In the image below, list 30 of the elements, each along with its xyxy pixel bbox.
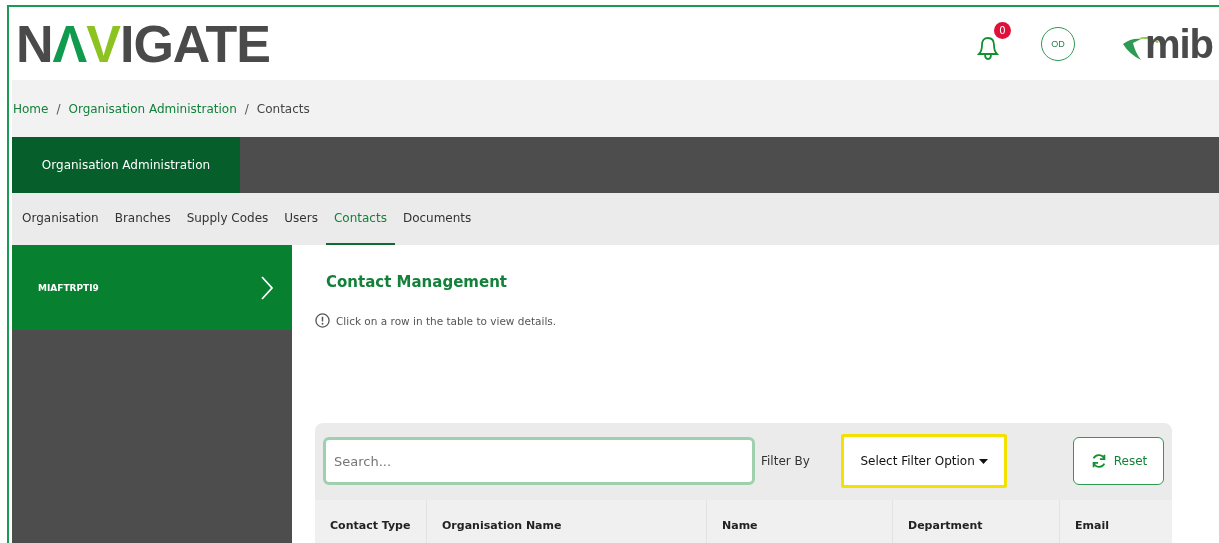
breadcrumb-link[interactable]: Contacts — [256, 101, 310, 116]
page-title: Contact Management — [326, 273, 508, 291]
info-text: Click on a row in the table to view details. — [336, 314, 557, 327]
breadcrumb-separator: / — [56, 101, 61, 116]
tab[interactable]: Supply Codes — [178, 193, 277, 245]
filter-label: Filter By — [761, 454, 811, 468]
brand-logo: mib — [1144, 23, 1213, 64]
search-field[interactable]: Search... — [323, 437, 755, 485]
column-header[interactable]: Department — [893, 500, 1060, 543]
breadcrumb-link[interactable]: Home — [13, 101, 49, 116]
navigate-logo: NΛVIGATE — [16, 17, 270, 70]
reset-button[interactable]: Reset — [1073, 437, 1164, 485]
user-avatar[interactable]: OD — [1040, 26, 1075, 61]
chevron-icon — [260, 274, 274, 301]
tab[interactable]: Branches — [106, 193, 179, 245]
section-tab[interactable]: Organisation Administration — [12, 137, 240, 193]
notification-badge: 0 — [993, 21, 1011, 39]
tab[interactable]: Documents — [394, 193, 480, 245]
tab[interactable]: Users — [276, 193, 326, 245]
filter-dropdown[interactable]: Select Filter Option — [841, 434, 1007, 488]
breadcrumb-separator: / — [244, 101, 249, 116]
breadcrumb-link[interactable]: Organisation Administration — [68, 101, 237, 116]
caret-icon — [978, 459, 988, 465]
sidebar-item[interactable]: MIAFTRPTI9 — [12, 245, 292, 330]
column-header[interactable]: Organisation Name — [427, 500, 707, 543]
tab[interactable]: Organisation — [14, 193, 107, 245]
column-header[interactable]: Contact Type — [315, 500, 427, 543]
info-icon — [315, 313, 330, 328]
column-header[interactable]: Email — [1060, 500, 1172, 543]
column-header[interactable]: Name — [707, 500, 893, 543]
